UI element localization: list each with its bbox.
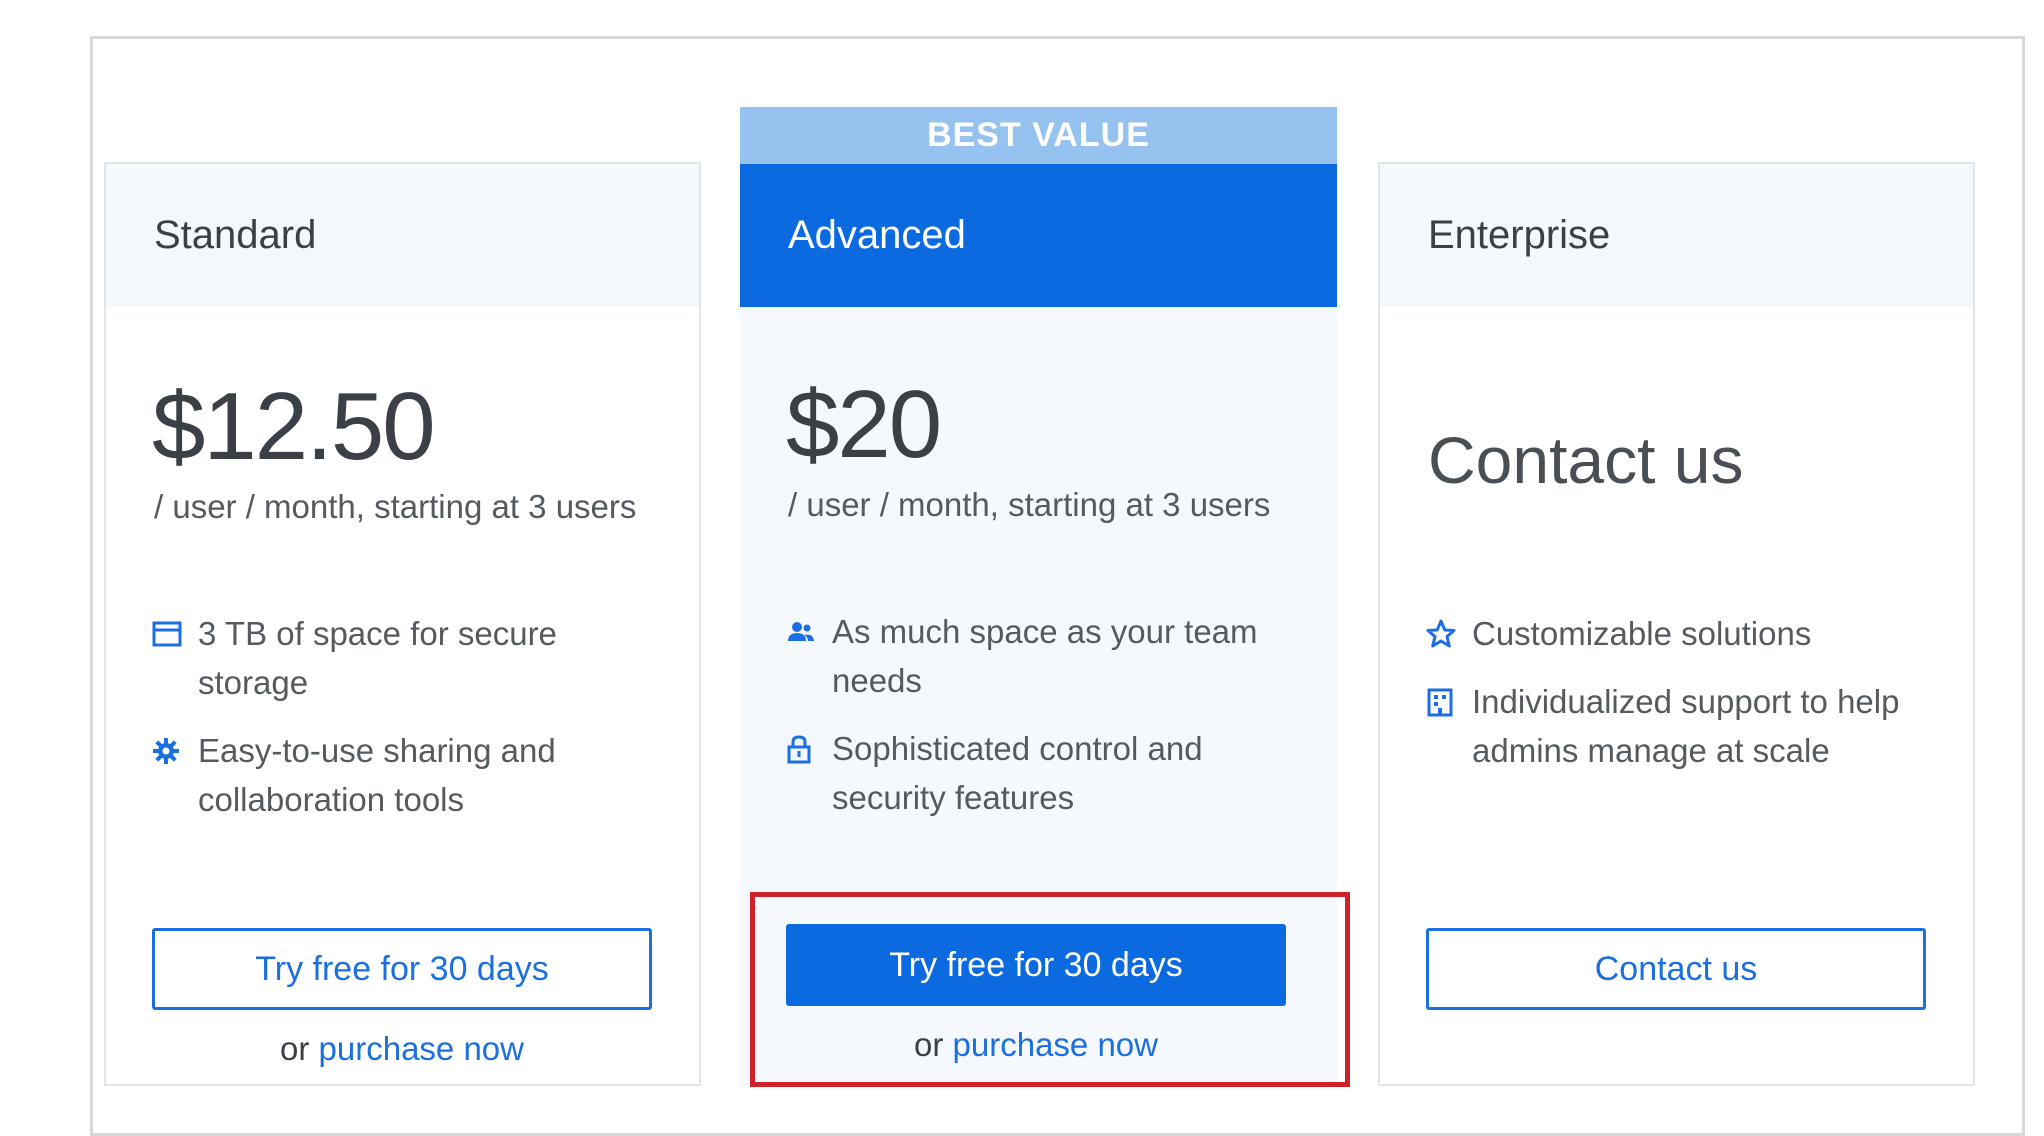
calendar-storage-icon [152, 609, 198, 658]
purchase-now-link[interactable]: purchase now [319, 1030, 524, 1067]
try-free-button[interactable]: Try free for 30 days [786, 924, 1286, 1006]
gear-icon [152, 726, 198, 775]
feature-item: Easy-to-use sharing and collaboration to… [152, 726, 652, 824]
purchase-alternative: or purchase now [786, 1026, 1286, 1064]
feature-text: As much space as your team needs [832, 613, 1258, 699]
plan-price: $12.50 [152, 373, 436, 480]
plan-price-unit: / user / month, starting at 3 users [788, 486, 1271, 523]
plan-price-unit: / user / month, starting at 3 users [154, 488, 637, 525]
plan-name: Advanced [740, 164, 1337, 307]
plan-price: Contact us [1428, 423, 1744, 497]
purchase-now-link[interactable]: purchase now [953, 1026, 1158, 1063]
plan-name: Enterprise [1380, 164, 1973, 307]
star-icon [1426, 609, 1472, 658]
try-free-button[interactable]: Try free for 30 days [152, 928, 652, 1010]
users-icon [786, 607, 832, 656]
contact-us-button[interactable]: Contact us [1426, 928, 1926, 1010]
feature-text: Sophisticated control and security featu… [832, 730, 1203, 816]
plan-card-enterprise: Enterprise Contact us Customizable solut… [1378, 162, 1975, 1086]
plan-name: Standard [106, 164, 699, 307]
plan-card-standard: Standard $12.50 / user / month, starting… [104, 162, 701, 1086]
building-icon [1426, 677, 1472, 726]
feature-item: 3 TB of space for secure storage [152, 609, 652, 707]
feature-item: Individualized support to help admins ma… [1426, 677, 1926, 775]
feature-text: 3 TB of space for secure storage [198, 615, 557, 701]
or-label: or [280, 1030, 310, 1067]
lock-icon [786, 724, 832, 773]
feature-item: Customizable solutions [1426, 609, 1926, 658]
feature-item: Sophisticated control and security featu… [786, 724, 1286, 822]
plan-card-advanced: BEST VALUE Advanced $20 / user / month, … [740, 107, 1337, 1087]
feature-text: Customizable solutions [1472, 615, 1812, 652]
feature-text: Easy-to-use sharing and collaboration to… [198, 732, 556, 818]
best-value-badge: BEST VALUE [740, 107, 1337, 164]
feature-text: Individualized support to help admins ma… [1472, 683, 1900, 769]
or-label: or [914, 1026, 944, 1063]
purchase-alternative: or purchase now [152, 1030, 652, 1068]
feature-item: As much space as your team needs [786, 607, 1286, 705]
plan-price: $20 [786, 371, 942, 478]
